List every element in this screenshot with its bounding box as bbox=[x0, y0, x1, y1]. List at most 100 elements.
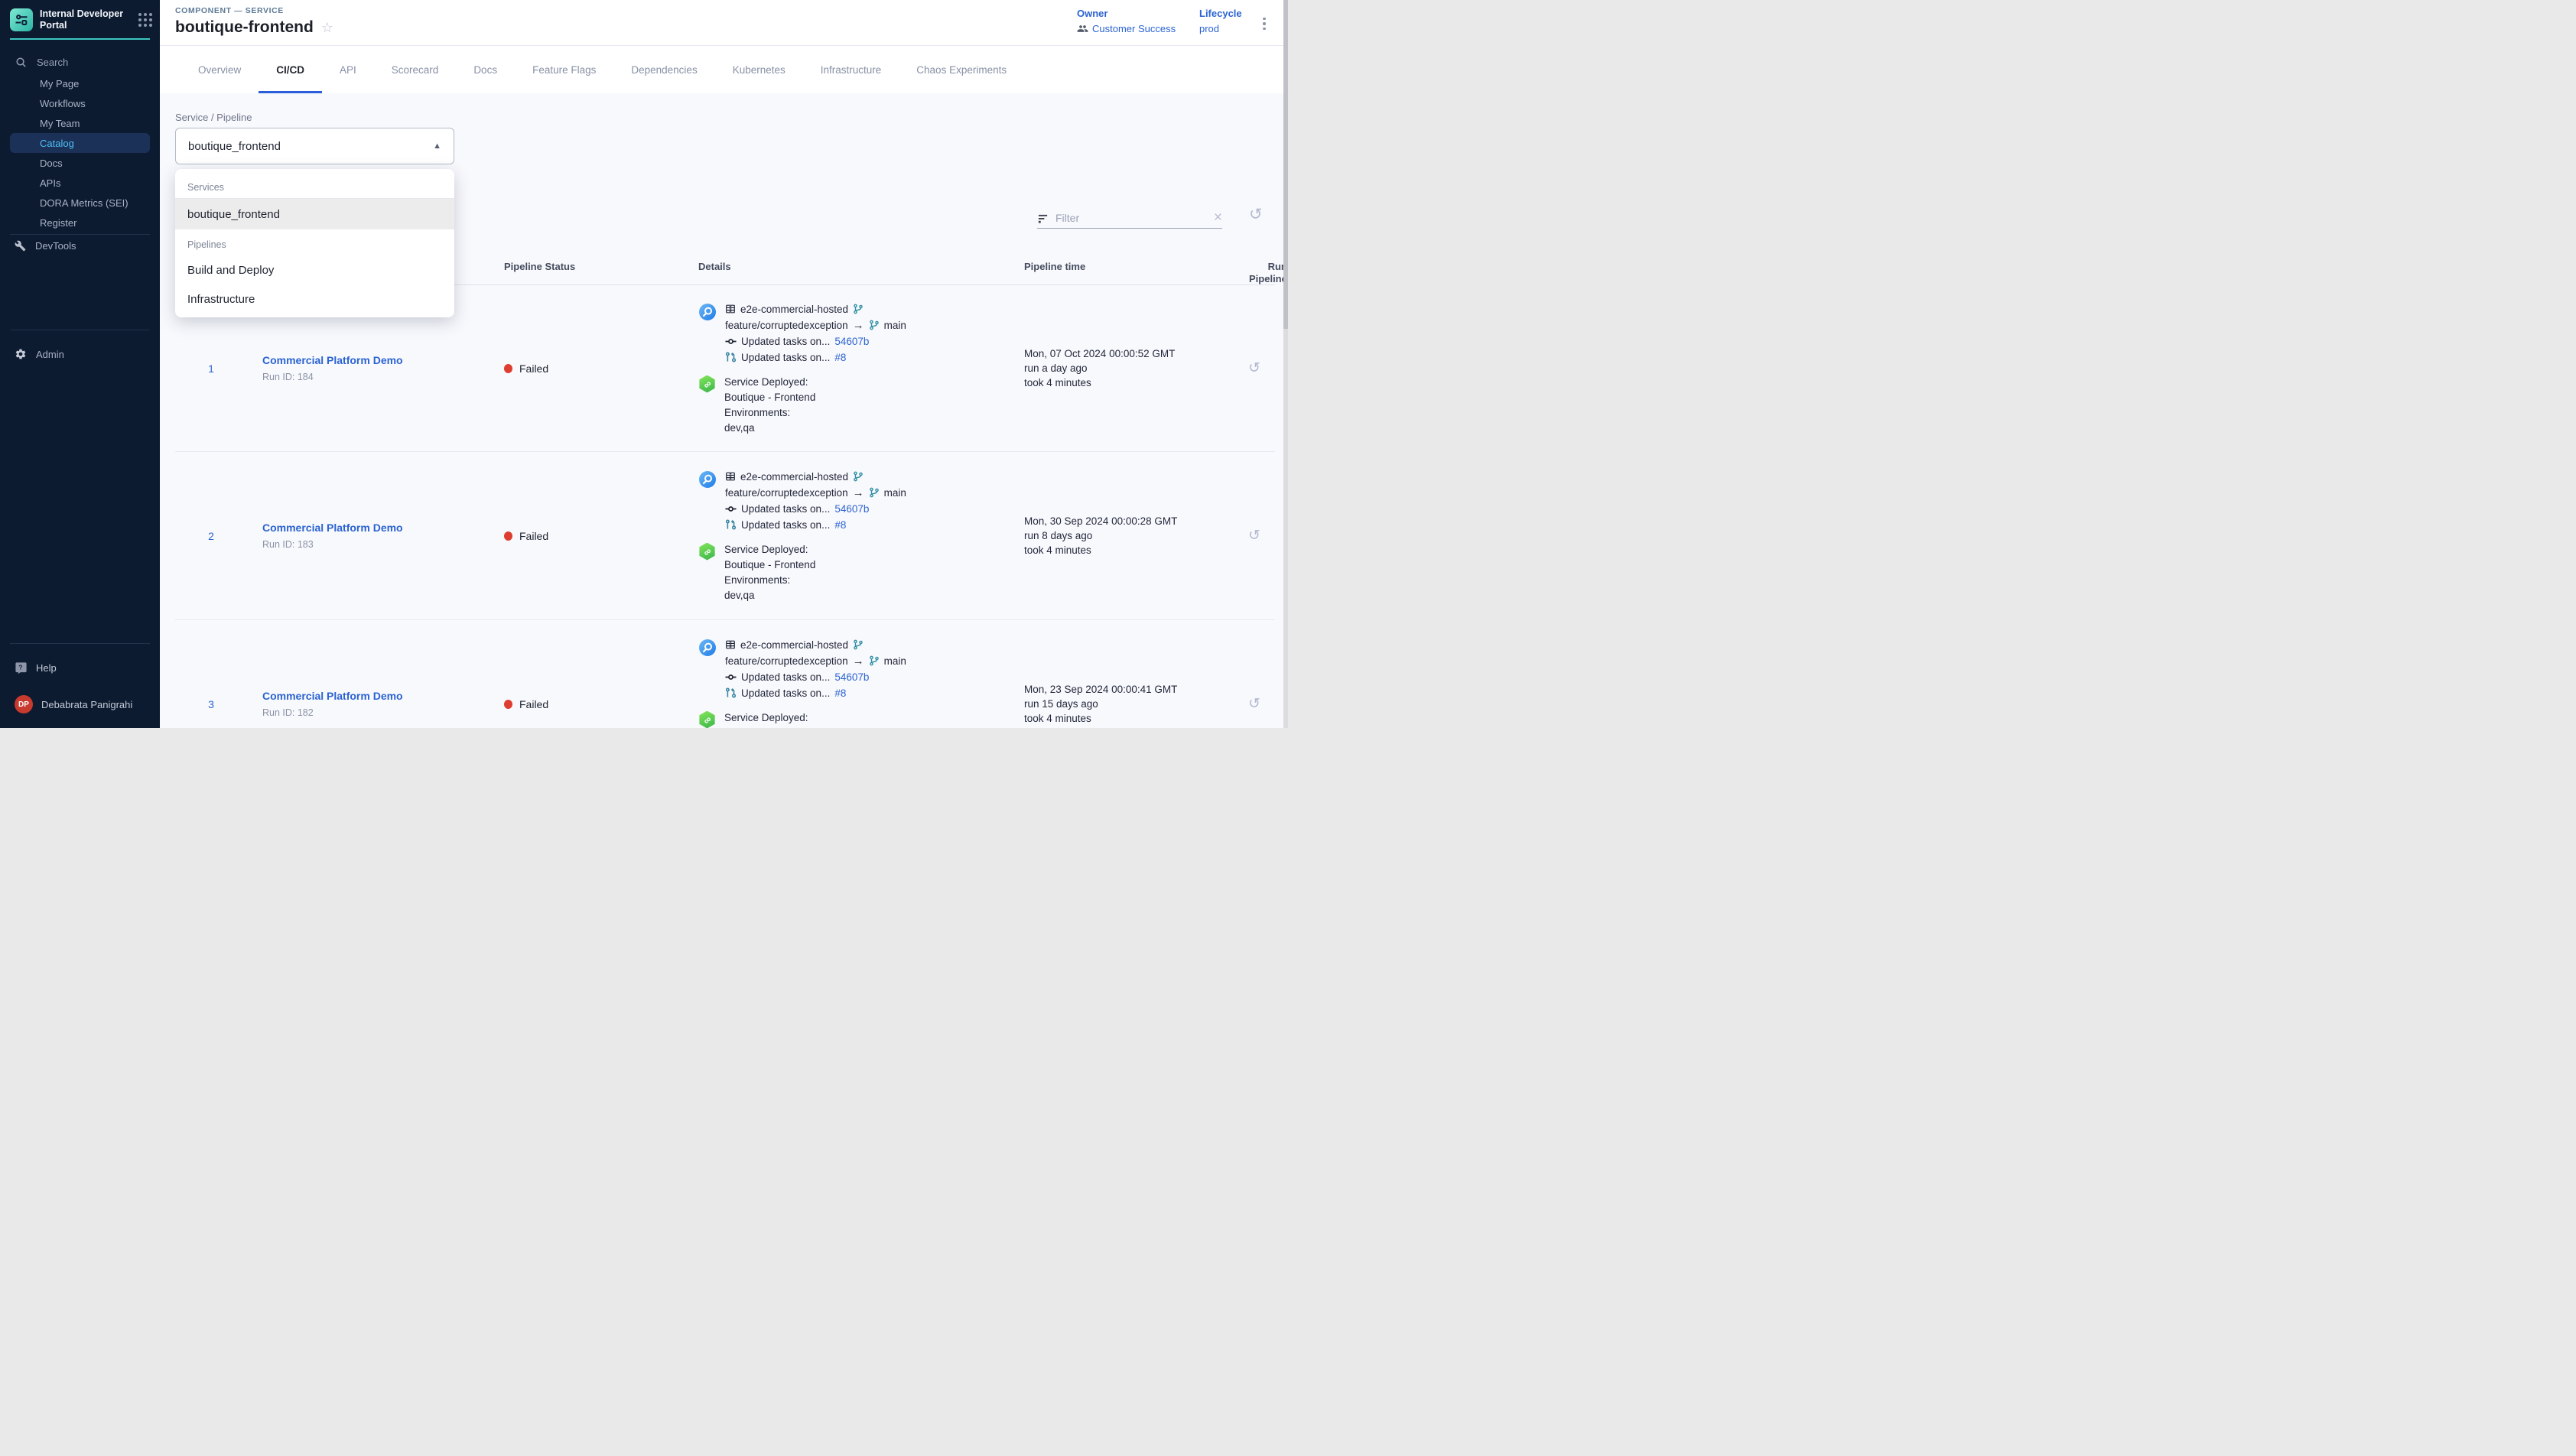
pull-request-icon bbox=[725, 519, 737, 531]
pipeline-name-link[interactable]: Commercial Platform Demo bbox=[262, 354, 403, 366]
user-name: Debabrata Panigrahi bbox=[41, 699, 132, 710]
details-cell: e2e-commercial-hosted feature/corruptede… bbox=[683, 637, 1009, 729]
service-pipeline-select[interactable]: boutique_frontend ▲ bbox=[175, 128, 454, 164]
rerun-pipeline-icon[interactable]: ↺ bbox=[1248, 360, 1260, 376]
pipeline-name-link[interactable]: Commercial Platform Demo bbox=[262, 690, 403, 702]
sidebar-item-docs[interactable]: Docs bbox=[10, 153, 150, 173]
service-pipeline-label: Service / Pipeline bbox=[175, 112, 252, 123]
owner-link[interactable]: Customer Success bbox=[1077, 23, 1176, 34]
commit-link[interactable]: 54607b bbox=[834, 671, 869, 683]
tab-overview[interactable]: Overview bbox=[181, 46, 259, 93]
scrollbar-thumb[interactable] bbox=[1283, 0, 1288, 329]
status-text: Failed bbox=[519, 530, 548, 542]
pipeline-time-cell: Mon, 23 Sep 2024 00:00:41 GMT run 15 day… bbox=[1009, 682, 1234, 726]
arrow-icon: → bbox=[853, 486, 864, 499]
service-pipeline-dropdown: Services boutique_frontend Pipelines Bui… bbox=[175, 169, 454, 317]
owner-block: Owner Customer Success bbox=[1077, 8, 1176, 34]
page-title: boutique-frontend bbox=[175, 18, 314, 37]
failed-status-dot bbox=[504, 531, 512, 541]
commit-icon bbox=[725, 671, 737, 683]
entity-header: COMPONENT — SERVICE boutique-frontend ☆ … bbox=[160, 0, 1283, 46]
sidebar-item-help[interactable]: ? Help bbox=[0, 658, 160, 678]
git-branch-icon bbox=[869, 487, 880, 498]
tab-cicd[interactable]: CI/CD bbox=[259, 46, 322, 93]
sidebar-item-admin[interactable]: Admin bbox=[0, 343, 160, 366]
refresh-icon[interactable]: ↺ bbox=[1249, 206, 1263, 223]
repo-icon bbox=[725, 304, 736, 314]
search-icon bbox=[15, 57, 27, 68]
status-cell: Failed bbox=[489, 530, 683, 542]
tab-feature-flags[interactable]: Feature Flags bbox=[515, 46, 613, 93]
dropdown-group-services: Services bbox=[175, 177, 454, 198]
commit-link[interactable]: 54607b bbox=[834, 503, 869, 515]
status-cell: Failed bbox=[489, 362, 683, 375]
run-id: Run ID: 182 bbox=[262, 707, 489, 718]
status-text: Failed bbox=[519, 362, 548, 375]
sidebar-item-apis[interactable]: APIs bbox=[10, 173, 150, 193]
svg-text:?: ? bbox=[18, 663, 22, 671]
cicd-content: Service / Pipeline boutique_frontend ▲ S… bbox=[160, 93, 1283, 728]
pr-link[interactable]: #8 bbox=[834, 352, 846, 363]
rerun-pipeline-icon[interactable]: ↺ bbox=[1248, 528, 1260, 544]
favorite-star-icon[interactable]: ☆ bbox=[321, 21, 333, 34]
dropdown-group-pipelines: Pipelines bbox=[175, 229, 454, 255]
pipeline-time-cell: Mon, 30 Sep 2024 00:00:28 GMT run 8 days… bbox=[1009, 514, 1234, 557]
sidebar-item-my-team[interactable]: My Team bbox=[10, 113, 150, 133]
pipeline-name-link[interactable]: Commercial Platform Demo bbox=[262, 522, 403, 534]
commit-icon bbox=[725, 336, 737, 347]
commit-link[interactable]: 54607b bbox=[834, 336, 869, 347]
commit-icon bbox=[725, 503, 737, 515]
rerun-pipeline-icon[interactable]: ↺ bbox=[1248, 696, 1260, 712]
status-text: Failed bbox=[519, 698, 548, 710]
tab-kubernetes[interactable]: Kubernetes bbox=[715, 46, 803, 93]
wrench-icon bbox=[15, 240, 26, 252]
lifecycle-label: Lifecycle bbox=[1199, 8, 1242, 19]
chevron-up-icon: ▲ bbox=[433, 141, 441, 151]
repo-icon bbox=[725, 639, 736, 650]
ci-module-icon bbox=[698, 470, 717, 489]
pr-link[interactable]: #8 bbox=[834, 519, 846, 531]
tab-infrastructure[interactable]: Infrastructure bbox=[803, 46, 899, 93]
sidebar-item-catalog[interactable]: Catalog bbox=[10, 133, 150, 153]
git-branch-icon bbox=[853, 471, 864, 482]
git-branch-icon bbox=[869, 320, 880, 330]
dropdown-option-infrastructure[interactable]: Infrastructure bbox=[175, 284, 454, 314]
tab-scorecard[interactable]: Scorecard bbox=[374, 46, 457, 93]
sidebar-item-devtools[interactable]: DevTools bbox=[0, 234, 160, 257]
sidebar-item-search[interactable]: Search bbox=[0, 52, 160, 72]
clear-filter-icon[interactable]: × bbox=[1214, 210, 1222, 226]
sidebar-item-register[interactable]: Register bbox=[10, 213, 150, 232]
dropdown-option-build-and-deploy[interactable]: Build and Deploy bbox=[175, 255, 454, 284]
tab-docs[interactable]: Docs bbox=[456, 46, 515, 93]
sidebar-item-my-page[interactable]: My Page bbox=[10, 73, 150, 93]
ci-module-icon bbox=[698, 303, 717, 321]
sidebar-item-dora-metrics[interactable]: DORA Metrics (SEI) bbox=[10, 193, 150, 213]
apps-grid-icon[interactable] bbox=[138, 13, 152, 27]
failed-status-dot bbox=[504, 364, 512, 373]
harness-logo-icon[interactable] bbox=[10, 8, 33, 31]
col-pipeline-time: Pipeline time bbox=[1009, 261, 1234, 272]
sidebar: Internal Developer Portal Search My Page… bbox=[0, 0, 160, 728]
col-details: Details bbox=[683, 261, 1009, 272]
sidebar-item-workflows[interactable]: Workflows bbox=[10, 93, 150, 113]
cd-module-icon: ∞ bbox=[698, 711, 716, 729]
arrow-icon: → bbox=[853, 655, 864, 668]
details-cell: e2e-commercial-hosted feature/corruptede… bbox=[683, 301, 1009, 436]
user-menu[interactable]: DP Debabrata Panigrahi bbox=[0, 694, 160, 714]
dropdown-option-boutique-frontend[interactable]: boutique_frontend bbox=[175, 199, 454, 229]
ci-module-icon bbox=[698, 639, 717, 657]
people-icon bbox=[1077, 23, 1088, 34]
scrollbar-track[interactable] bbox=[1283, 0, 1288, 728]
select-value: boutique_frontend bbox=[188, 140, 281, 153]
pr-link[interactable]: #8 bbox=[834, 687, 846, 699]
filter-bar: × bbox=[1037, 208, 1222, 229]
lifecycle-value: prod bbox=[1199, 23, 1242, 34]
tab-chaos-experiments[interactable]: Chaos Experiments bbox=[899, 46, 1024, 93]
more-options-kebab-icon[interactable] bbox=[1257, 14, 1271, 34]
breadcrumb: COMPONENT — SERVICE bbox=[175, 6, 284, 15]
brand: Internal Developer Portal bbox=[10, 8, 152, 31]
pipeline-row: 3 Commercial Platform Demo Run ID: 182 F… bbox=[175, 620, 1275, 728]
tab-dependencies[interactable]: Dependencies bbox=[613, 46, 714, 93]
filter-input[interactable] bbox=[1055, 212, 1207, 224]
tab-api[interactable]: API bbox=[322, 46, 374, 93]
